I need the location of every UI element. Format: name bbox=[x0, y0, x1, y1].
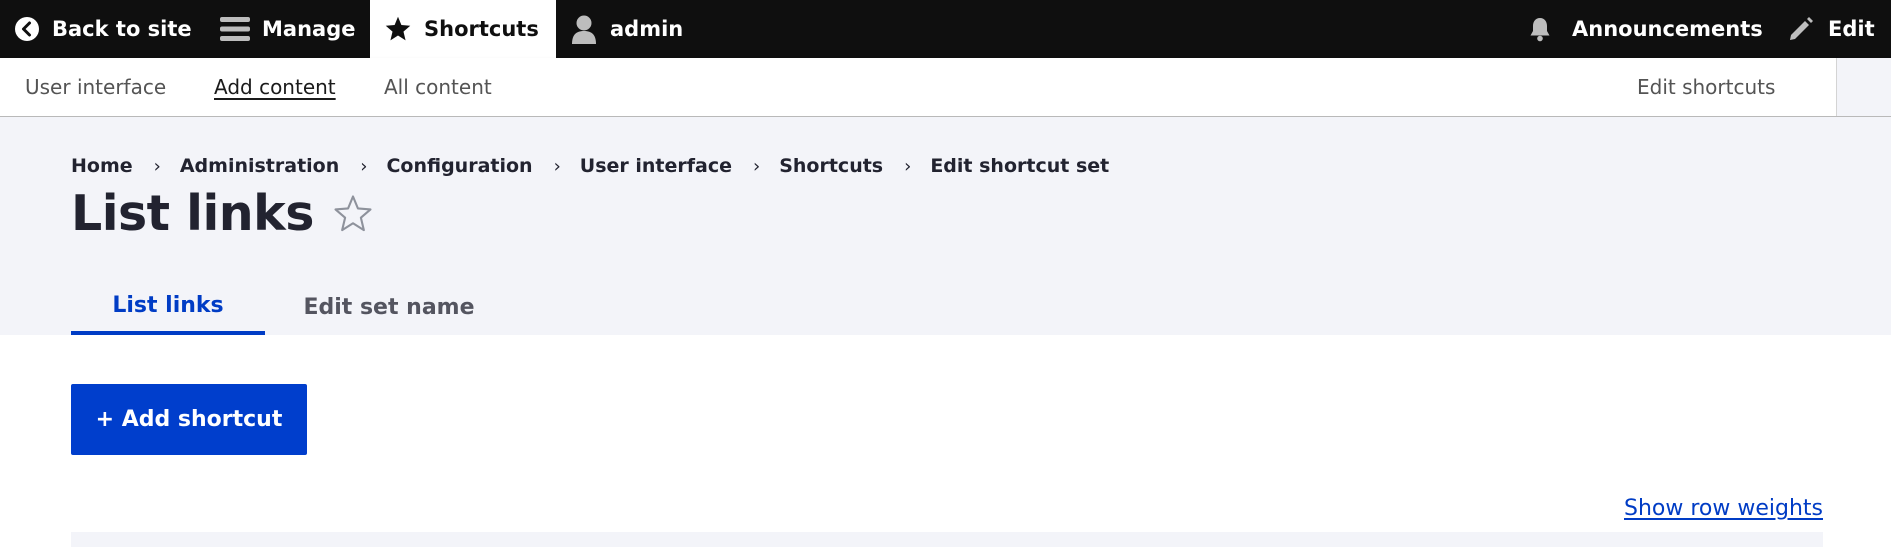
edit-mode-link[interactable]: Edit bbox=[1788, 0, 1875, 58]
page-header: Home › Administration › Configuration › … bbox=[0, 117, 1891, 335]
shortcuts-table-header bbox=[71, 532, 1823, 547]
announcements-label: Announcements bbox=[1572, 17, 1763, 41]
shortcut-all-content[interactable]: All content bbox=[384, 58, 492, 116]
breadcrumb-separator: › bbox=[753, 155, 761, 177]
back-to-site-link[interactable]: Back to site bbox=[14, 0, 192, 58]
shortcuts-tray: User interface Add content All content E… bbox=[0, 58, 1891, 117]
shortcuts-label: Shortcuts bbox=[424, 17, 539, 41]
hamburger-icon bbox=[220, 16, 250, 42]
add-shortcut-button[interactable]: + Add shortcut bbox=[71, 384, 307, 455]
edit-shortcuts-link[interactable]: Edit shortcuts bbox=[1637, 58, 1775, 116]
tab-list-links[interactable]: List links bbox=[71, 279, 265, 335]
edit-label: Edit bbox=[1828, 17, 1875, 41]
breadcrumb-separator: › bbox=[904, 155, 912, 177]
primary-tabs: List links Edit set name bbox=[71, 279, 513, 335]
user-name-label: admin bbox=[610, 17, 684, 41]
user-menu-link[interactable]: admin bbox=[570, 0, 683, 58]
back-to-site-label: Back to site bbox=[52, 17, 192, 41]
shortcut-add-content[interactable]: Add content bbox=[214, 58, 336, 116]
pencil-icon bbox=[1788, 16, 1814, 42]
breadcrumb: Home › Administration › Configuration › … bbox=[71, 155, 1109, 177]
page-title: List links bbox=[71, 185, 314, 242]
breadcrumb-home[interactable]: Home bbox=[71, 155, 133, 177]
manage-link[interactable]: Manage bbox=[220, 0, 355, 58]
breadcrumb-user-interface[interactable]: User interface bbox=[580, 155, 732, 177]
star-icon bbox=[384, 15, 412, 43]
tray-orientation-area bbox=[1837, 58, 1891, 116]
breadcrumb-edit-shortcut-set[interactable]: Edit shortcut set bbox=[930, 155, 1109, 177]
user-icon bbox=[570, 14, 598, 44]
add-to-shortcuts-star-icon[interactable] bbox=[332, 193, 374, 235]
admin-toolbar: Back to site Manage Shortcuts admin Anno… bbox=[0, 0, 1891, 58]
breadcrumb-separator: › bbox=[153, 155, 161, 177]
breadcrumb-separator: › bbox=[553, 155, 561, 177]
title-row: List links bbox=[71, 185, 374, 242]
show-row-weights-link[interactable]: Show row weights bbox=[1624, 496, 1823, 521]
chevron-left-circle-icon bbox=[14, 16, 40, 42]
breadcrumb-administration[interactable]: Administration bbox=[180, 155, 339, 177]
tab-edit-set-name[interactable]: Edit set name bbox=[265, 279, 513, 335]
announcements-link[interactable]: Announcements bbox=[1528, 0, 1763, 58]
breadcrumb-separator: › bbox=[360, 155, 368, 177]
shortcut-user-interface[interactable]: User interface bbox=[25, 58, 166, 116]
shortcuts-tab[interactable]: Shortcuts bbox=[370, 0, 556, 58]
breadcrumb-shortcuts[interactable]: Shortcuts bbox=[779, 155, 883, 177]
breadcrumb-configuration[interactable]: Configuration bbox=[386, 155, 532, 177]
manage-label: Manage bbox=[262, 17, 356, 41]
bell-icon bbox=[1528, 16, 1552, 42]
